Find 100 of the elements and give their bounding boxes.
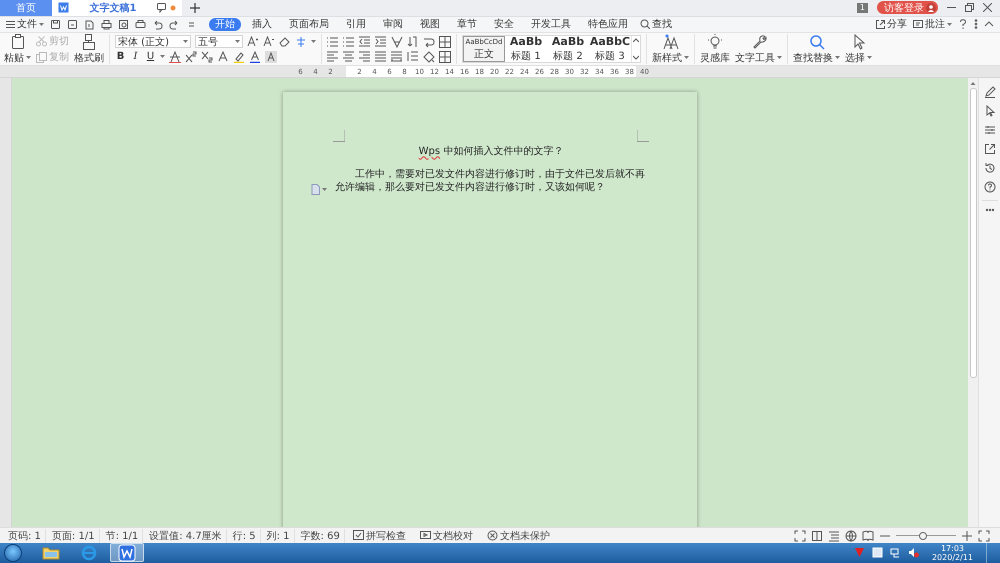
scrollbar-thumb[interactable] [970, 88, 976, 378]
font-color-icon[interactable] [249, 50, 261, 63]
style-preset[interactable]: AaBb 标题 2 [547, 36, 589, 62]
ribbon-tab[interactable]: 引用 [340, 18, 372, 31]
grow-font-icon[interactable] [247, 36, 259, 48]
text-direction-icon[interactable] [407, 36, 419, 48]
borders-icon[interactable] [439, 50, 451, 63]
network-icon[interactable] [890, 547, 901, 558]
align-right-icon[interactable] [359, 50, 371, 63]
format-painter-button[interactable]: 格式刷 [74, 34, 104, 64]
scroll-up-icon[interactable] [633, 38, 639, 44]
more-icon[interactable] [984, 208, 994, 212]
align-center-icon[interactable] [343, 50, 355, 63]
style-preset[interactable]: AaBb 标题 1 [505, 36, 547, 62]
underline-button[interactable]: U [145, 51, 156, 62]
align-left-icon[interactable] [327, 50, 339, 63]
restore-icon[interactable] [965, 3, 974, 12]
ribbon-tab[interactable]: 视图 [414, 18, 446, 31]
save-as-icon[interactable] [67, 18, 78, 30]
undo-icon[interactable] [152, 18, 163, 30]
numbered-list-icon[interactable] [343, 36, 355, 48]
select-button[interactable]: 选择 [845, 34, 872, 64]
table-icon[interactable] [439, 36, 451, 48]
start-button[interactable] [4, 544, 22, 562]
close-icon[interactable] [983, 3, 992, 12]
web-view-icon[interactable] [845, 530, 857, 542]
shrink-font-icon[interactable] [263, 36, 275, 48]
highlight-icon[interactable] [233, 50, 245, 63]
ribbon-tab[interactable]: 开始 [209, 18, 241, 31]
help-icon[interactable] [984, 181, 996, 194]
spell-check-button[interactable]: 拼写检查 [346, 528, 412, 543]
protection-button[interactable]: 文档未保护 [480, 528, 556, 543]
ribbon-tab[interactable]: 审阅 [377, 18, 409, 31]
new-style-button[interactable]: 新样式 [652, 34, 689, 64]
bulleted-list-icon[interactable] [327, 36, 339, 48]
zoom-slider-thumb[interactable] [919, 532, 927, 540]
comment-icon[interactable] [157, 2, 166, 13]
save-icon[interactable] [50, 18, 61, 30]
print-icon[interactable] [101, 18, 112, 30]
superscript-icon[interactable] [185, 50, 197, 63]
text-effect-icon[interactable] [217, 50, 229, 63]
ribbon-tab[interactable]: 章节 [451, 18, 483, 31]
share-button[interactable]: 分享 [875, 17, 907, 32]
print-preview-icon[interactable] [118, 18, 129, 30]
reading-view-icon[interactable] [862, 530, 874, 542]
strikethrough-icon[interactable] [169, 50, 181, 63]
fullscreen-icon[interactable] [978, 530, 990, 542]
pointer-icon[interactable] [984, 105, 996, 118]
clock[interactable]: 17:03 2020/2/11 [926, 544, 979, 562]
history-icon[interactable] [984, 162, 996, 174]
text-tools-button[interactable]: 文字工具 [735, 34, 782, 64]
italic-button[interactable]: I [130, 51, 141, 62]
ribbon-tab[interactable]: 特色应用 [582, 18, 634, 31]
line-spacing-icon[interactable] [407, 50, 419, 63]
font-select[interactable]: 宋体 (正文) [115, 35, 191, 48]
line-break-icon[interactable] [423, 36, 435, 48]
decrease-indent-icon[interactable] [359, 36, 371, 48]
find-replace-button[interactable]: 查找替换 [793, 34, 840, 64]
page-view-icon[interactable] [811, 530, 823, 542]
ribbon-tab[interactable]: 页面布局 [283, 18, 335, 31]
export-icon[interactable] [84, 18, 95, 30]
ribbon-tab[interactable]: 开发工具 [525, 18, 577, 31]
login-button[interactable]: 访客登录 [877, 1, 938, 14]
pen-icon[interactable] [984, 86, 996, 98]
comment-button[interactable]: 批注 [913, 17, 952, 32]
redo-icon[interactable] [169, 18, 180, 30]
paste-button[interactable]: 粘贴 [4, 34, 31, 64]
document-icon[interactable] [58, 2, 69, 14]
shading-icon[interactable] [423, 50, 435, 63]
proofread-button[interactable]: 文档校对 [414, 528, 479, 543]
subscript-icon[interactable] [201, 50, 213, 63]
printer-icon[interactable] [135, 18, 146, 30]
justify-icon[interactable] [375, 50, 387, 63]
increase-indent-icon[interactable] [375, 36, 387, 48]
font-size-select[interactable]: 五号 [195, 35, 243, 48]
taskbar-app[interactable] [110, 543, 144, 562]
distributed-icon[interactable] [391, 50, 403, 63]
eraser-icon[interactable] [279, 36, 291, 48]
style-preset[interactable]: AaBbC 标题 3 [589, 36, 631, 62]
ribbon-tab[interactable]: 安全 [488, 18, 520, 31]
more-vertical-icon[interactable] [974, 19, 978, 30]
bold-button[interactable]: B [115, 51, 126, 62]
file-menu[interactable]: 文件 [6, 17, 44, 32]
scroll-down-icon[interactable] [633, 55, 639, 60]
sliders-icon[interactable] [984, 124, 996, 136]
zoom-in-icon[interactable] [961, 530, 973, 542]
inspiration-button[interactable]: 灵感库 [700, 34, 730, 64]
share-icon[interactable] [984, 143, 996, 156]
asian-layout-icon[interactable] [391, 36, 403, 48]
ribbon-tab[interactable]: 插入 [246, 18, 278, 31]
document-tab[interactable]: 文字文稿1 [52, 0, 182, 16]
help-icon[interactable] [958, 19, 968, 30]
volume-muted-icon[interactable] [908, 547, 919, 558]
paragraph-marker-icon[interactable] [311, 184, 321, 196]
outline-view-icon[interactable] [828, 530, 840, 542]
character-shading-icon[interactable] [265, 50, 277, 63]
search-button[interactable]: 查找 [640, 17, 672, 32]
note-icon[interactable] [872, 547, 883, 558]
fit-page-icon[interactable] [794, 530, 806, 542]
pinyin-icon[interactable] [295, 36, 307, 48]
